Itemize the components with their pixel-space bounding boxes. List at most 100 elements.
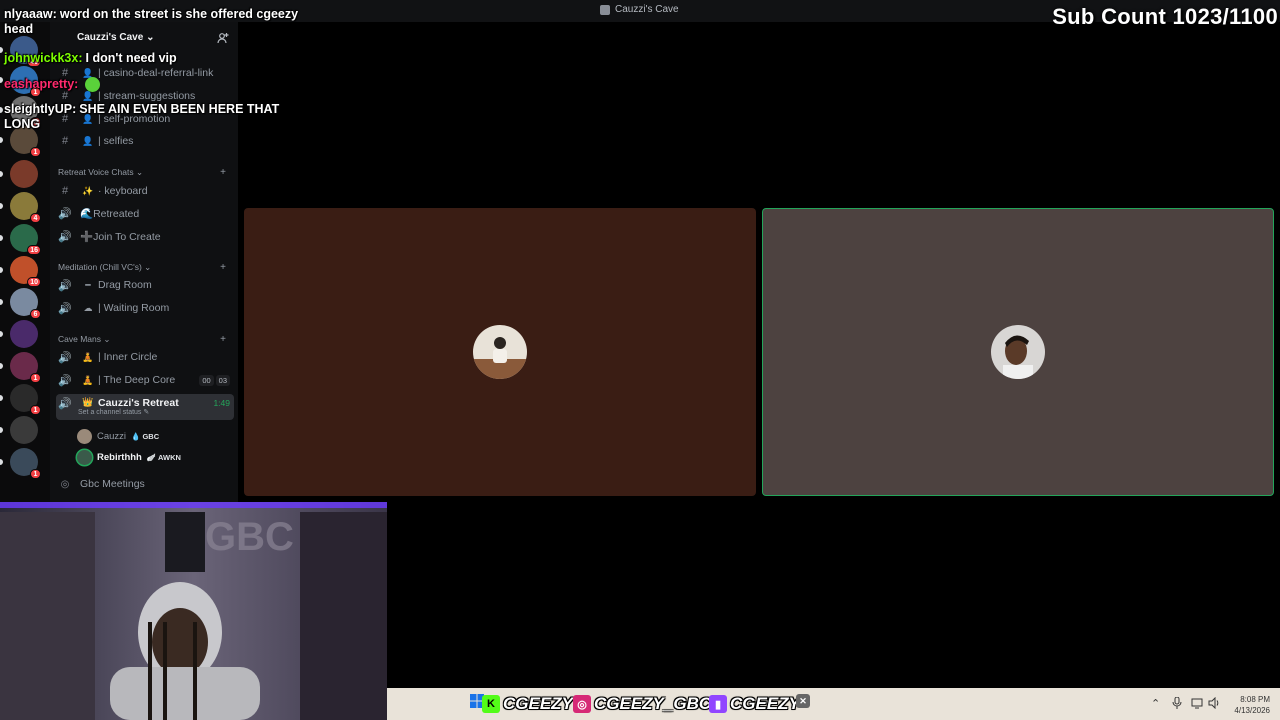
voice-user-name: Rebirthhh [97, 451, 142, 463]
server-icon[interactable]: 4 [10, 192, 41, 223]
unread-badge: 4 [30, 213, 41, 223]
channel-label: | casino-deal-referral-link [98, 67, 214, 79]
speaker-icon: 🔊 [58, 398, 72, 410]
user-limit-counter: 00 03 [199, 374, 230, 386]
channel-emoji: ━ [85, 279, 91, 290]
network-icon[interactable] [1191, 697, 1203, 712]
server-icon[interactable]: 1 [10, 384, 41, 415]
channel-label: | Inner Circle [98, 351, 158, 363]
chat-text: I don't need vip [85, 51, 177, 65]
channel-label: | Waiting Room [98, 302, 170, 314]
category-label: Cave Mans ⌄ [58, 333, 111, 344]
sub-count-overlay: Sub Count 1023/1100 [1052, 4, 1278, 29]
server-favicon-icon [600, 4, 610, 15]
server-icon[interactable]: 10 [10, 256, 41, 287]
server-icon[interactable] [10, 416, 38, 444]
channel-label: | selfies [98, 135, 134, 147]
category-meditation[interactable]: Meditation (Chill VC's) ⌄ + [58, 260, 228, 274]
unread-badge: 10 [27, 277, 41, 287]
channel-selfies[interactable]: # 👤 | selfies [56, 131, 234, 151]
channel-keyboard[interactable]: # ✨ · keyboard [56, 181, 234, 201]
speaker-icon: 🔊 [58, 207, 72, 220]
unread-badge: 1 [30, 147, 41, 157]
chat-message: sleightlyUP: SHE AIN EVEN BEEN HERE THAT … [4, 102, 304, 132]
channel-emoji: ✨ [82, 185, 94, 196]
unread-badge: 1 [30, 373, 41, 383]
avatar [473, 325, 527, 379]
channel-emoji: 👑 [82, 397, 94, 407]
server-icon[interactable]: 16 [10, 224, 41, 255]
voice-user-rebirthhh[interactable]: Rebirthhh 🪽 AWKN [77, 448, 181, 466]
channel-label: | stream-suggestions [98, 90, 196, 102]
channel-join-to-create[interactable]: 🔊 ➕Join To Create [56, 226, 234, 246]
server-icon[interactable]: 6 [10, 288, 41, 319]
unread-badge: 1 [30, 469, 41, 479]
speaker-icon: 🔊 [58, 230, 72, 243]
participant-tile-cauzzi[interactable] [244, 208, 756, 496]
unread-badge: 1 [30, 405, 41, 415]
twitch-icon: ▮ [709, 695, 727, 713]
channel-emoji: 🧘 [82, 351, 94, 362]
avatar [991, 325, 1045, 379]
channel-the-deep-core[interactable]: 🔊 🧘 | The Deep Core 00 03 [56, 370, 234, 390]
channel-emoji: ☁ [83, 302, 93, 313]
social-twitch: ▮ CGEEZY [709, 694, 800, 714]
unread-badge: 16 [27, 245, 41, 255]
channel-gbc-meetings[interactable]: ◎ Gbc Meetings [56, 474, 234, 494]
instagram-icon: ◎ [573, 695, 591, 713]
taskbar-app-icon[interactable]: ✕ [796, 694, 810, 708]
create-channel-plus-icon[interactable]: + [220, 167, 226, 178]
chat-username: eashapretty: [4, 77, 79, 91]
user-count: 00 [199, 374, 214, 386]
clock-date: 4/13/2026 [1234, 706, 1270, 715]
social-handle: CGEEZY [503, 694, 573, 713]
category-label: Meditation (Chill VC's) ⌄ [58, 261, 152, 272]
channel-retreated[interactable]: 🔊 🌊Retreated [56, 203, 234, 223]
channel-waiting-room[interactable]: 🔊 ☁ | Waiting Room [56, 298, 234, 318]
channel-label: Drag Room [98, 279, 152, 291]
user-limit: 03 [215, 374, 230, 386]
social-kick: K CGEEZY [482, 694, 573, 714]
clock-time: 8:08 PM [1240, 695, 1270, 704]
create-channel-plus-icon[interactable]: + [220, 334, 226, 345]
social-handle: CGEEZY_GBC [594, 694, 712, 713]
channel-drag-room[interactable]: 🔊 ━ Drag Room [56, 275, 234, 295]
hash-icon: # [61, 185, 69, 197]
kick-icon: K [482, 695, 500, 713]
server-icon[interactable]: 1 [10, 448, 41, 479]
unread-badge: 6 [30, 309, 41, 319]
speaker-icon: 🔊 [58, 374, 72, 387]
chat-message: eashapretty: [4, 77, 101, 92]
category-cave-mans[interactable]: Cave Mans ⌄ + [58, 332, 228, 346]
voice-user-cauzzi[interactable]: Cauzzi 💧 GBC [77, 427, 159, 445]
tray-chevron-up-icon[interactable]: ⌃ [1151, 697, 1160, 710]
window-title: Cauzzi's Cave [600, 4, 679, 15]
call-timer: 1:49 [213, 398, 230, 408]
microphone-icon[interactable] [1172, 696, 1182, 712]
category-retreat-voice-chats[interactable]: Retreat Voice Chats ⌄ + [58, 165, 228, 179]
server-icon[interactable] [10, 320, 38, 348]
set-channel-status[interactable]: Set a channel status ✎ [78, 408, 149, 416]
chat-username: nlyaaaw: [4, 7, 57, 21]
webcam-feed: GBC [0, 502, 387, 720]
chat-message: nlyaaaw: word on the street is she offere… [4, 7, 304, 37]
channel-label: ➕Join To Create [80, 230, 161, 243]
channel-cauzzis-retreat[interactable]: 🔊 👑 Cauzzi's Retreat 1:49 Set a channel … [56, 394, 234, 420]
server-icon[interactable]: 1 [10, 352, 41, 383]
system-clock[interactable]: 8:08 PM 4/13/2026 [1228, 694, 1270, 716]
volume-icon[interactable] [1208, 696, 1220, 712]
avatar [77, 449, 92, 465]
hash-icon: # [61, 135, 69, 147]
server-icon[interactable] [10, 160, 38, 188]
participant-tile-rebirthhh[interactable] [762, 208, 1274, 496]
speaker-icon: 🔊 [58, 302, 72, 315]
create-channel-plus-icon[interactable]: + [220, 262, 226, 273]
social-instagram: ◎ CGEEZY_GBC [573, 694, 711, 714]
category-label: Retreat Voice Chats ⌄ [58, 166, 144, 177]
channel-inner-circle[interactable]: 🔊 🧘 | Inner Circle [56, 347, 234, 367]
chat-username: johnwickk3x: [4, 51, 83, 65]
channel-emoji: 👤 [82, 90, 94, 101]
channel-label: | The Deep Core [98, 374, 176, 386]
user-tag: 🪽 AWKN [146, 452, 181, 462]
speaker-icon: 🔊 [58, 279, 72, 292]
